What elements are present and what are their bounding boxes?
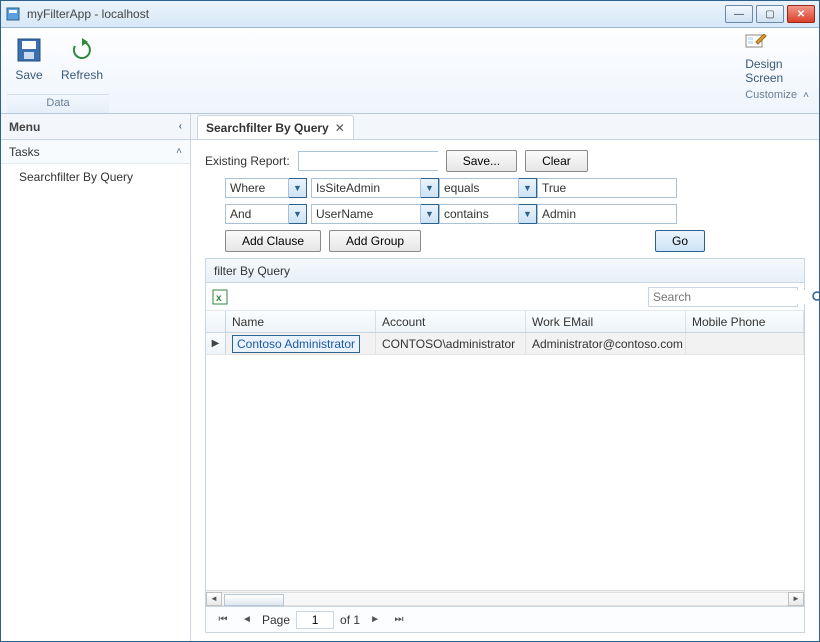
close-button[interactable]: ✕ (787, 5, 815, 23)
pager-page-label: Page (262, 613, 290, 627)
pager-current-input[interactable] (296, 611, 334, 629)
dropdown-arrow-icon[interactable]: ▼ (421, 178, 439, 198)
col-account[interactable]: Account (376, 311, 526, 332)
filter-cmp-1[interactable]: contains (439, 204, 519, 224)
sidebar-menu-header[interactable]: Menu ‹ (1, 114, 190, 140)
cell-email: Administrator@contoso.com (526, 333, 686, 354)
filter-val-1[interactable]: Admin (537, 204, 677, 224)
pager-prev-icon[interactable]: ◄ (238, 611, 256, 629)
dropdown-arrow-icon[interactable]: ▼ (421, 204, 439, 224)
tab-searchfilter[interactable]: Searchfilter By Query ✕ (197, 115, 354, 139)
col-phone[interactable]: Mobile Phone (686, 311, 804, 332)
refresh-icon (66, 34, 98, 66)
sidebar: Menu ‹ Tasks ˄ Searchfilter By Query (1, 114, 191, 641)
add-clause-button[interactable]: Add Clause (225, 230, 321, 252)
ribbon-group-label-customize: Customize (745, 89, 797, 101)
dropdown-arrow-icon[interactable]: ▼ (519, 178, 537, 198)
col-email[interactable]: Work EMail (526, 311, 686, 332)
filter-op-1[interactable]: And (225, 204, 289, 224)
add-group-button[interactable]: Add Group (329, 230, 421, 252)
row-header-blank (206, 311, 226, 332)
table-row[interactable]: ▶ Contoso Administrator CONTOSO\administ… (206, 333, 804, 355)
go-button[interactable]: Go (655, 230, 705, 252)
design-screen-icon (745, 34, 767, 55)
filter-field-1[interactable]: UserName (311, 204, 421, 224)
save-icon (13, 34, 45, 66)
window-buttons: — ▢ ✕ (725, 5, 815, 23)
app-icon (5, 6, 21, 22)
horizontal-scrollbar[interactable]: ◄ ► (206, 590, 804, 606)
main: Searchfilter By Query ✕ Existing Report:… (191, 114, 819, 641)
scroll-track[interactable] (222, 592, 788, 606)
col-name[interactable]: Name (226, 311, 376, 332)
filter-field-0[interactable]: IsSiteAdmin (311, 178, 421, 198)
grid-toolbar: x (206, 283, 804, 311)
dropdown-arrow-icon[interactable]: ▼ (289, 204, 307, 224)
pager-of-label: of 1 (340, 613, 360, 627)
cell-account: CONTOSO\administrator (376, 333, 526, 354)
minimize-button[interactable]: — (725, 5, 753, 23)
existing-report-row: Existing Report: ▼ Save... Clear (205, 150, 805, 172)
ribbon-group-data: Save Refresh Data (1, 28, 115, 113)
refresh-button[interactable]: Refresh (55, 32, 109, 94)
filter-op-0[interactable]: Where (225, 178, 289, 198)
filter-cmp-0[interactable]: equals (439, 178, 519, 198)
pager: ⏮ ◄ Page of 1 ► ⏭ (206, 606, 804, 632)
clear-report-button[interactable]: Clear (525, 150, 588, 172)
existing-report-label: Existing Report: (205, 154, 290, 168)
body: Menu ‹ Tasks ˄ Searchfilter By Query Sea… (1, 114, 819, 641)
filter-buttons-row: Add Clause Add Group Go (225, 230, 805, 252)
filter-row-1: And ▼ UserName ▼ contains ▼ Admin (225, 204, 805, 224)
dropdown-arrow-icon[interactable]: ▼ (289, 178, 307, 198)
filter-val-0[interactable]: True (537, 178, 677, 198)
design-label[interactable]: Design (745, 57, 809, 71)
scroll-left-icon[interactable]: ◄ (206, 592, 222, 606)
search-icon[interactable] (812, 291, 820, 303)
pager-first-icon[interactable]: ⏮ (214, 611, 232, 629)
filter-row-0: Where ▼ IsSiteAdmin ▼ equals ▼ True (225, 178, 805, 198)
dropdown-arrow-icon[interactable]: ▼ (519, 204, 537, 224)
save-button[interactable]: Save (7, 32, 51, 94)
existing-report-input[interactable] (299, 152, 462, 170)
tabbar: Searchfilter By Query ✕ (191, 114, 819, 140)
ribbon-group-label-data: Data (7, 94, 109, 113)
sidebar-item-searchfilter[interactable]: Searchfilter By Query (1, 164, 190, 190)
grid-panel: filter By Query x (205, 258, 805, 633)
sidebar-tasks-header[interactable]: Tasks ˄ (1, 140, 190, 164)
chevron-up-icon[interactable]: ˄ (176, 146, 182, 157)
content: Existing Report: ▼ Save... Clear Where ▼… (191, 140, 819, 641)
cell-name[interactable]: Contoso Administrator (232, 335, 360, 353)
window-title: myFilterApp - localhost (27, 7, 725, 21)
row-indicator-icon: ▶ (206, 333, 226, 354)
tab-close-icon[interactable]: ✕ (335, 121, 345, 135)
ribbon-group-customize: Design Screen Customize ˄ (739, 28, 819, 113)
scroll-thumb[interactable] (224, 594, 284, 606)
pager-next-icon[interactable]: ► (366, 611, 384, 629)
existing-report-dropdown[interactable]: ▼ (298, 151, 438, 171)
grid-header: Name Account Work EMail Mobile Phone (206, 311, 804, 333)
save-report-button[interactable]: Save... (446, 150, 517, 172)
grid-search[interactable] (648, 287, 798, 307)
svg-text:x: x (216, 293, 222, 304)
grid-search-input[interactable] (649, 290, 812, 304)
screen-label[interactable]: Screen (745, 71, 809, 85)
titlebar: myFilterApp - localhost — ▢ ✕ (1, 1, 819, 28)
app-window: myFilterApp - localhost — ▢ ✕ Save (0, 0, 820, 642)
scroll-right-icon[interactable]: ► (788, 592, 804, 606)
maximize-button[interactable]: ▢ (756, 5, 784, 23)
chevron-up-icon[interactable]: ˄ (803, 90, 809, 101)
pager-last-icon[interactable]: ⏭ (390, 611, 408, 629)
grid-body: ▶ Contoso Administrator CONTOSO\administ… (206, 333, 804, 590)
chevron-left-icon[interactable]: ‹ (179, 121, 182, 132)
ribbon: Save Refresh Data Design Screen Customiz… (1, 28, 819, 114)
excel-export-icon[interactable]: x (212, 289, 228, 305)
grid-title: filter By Query (206, 259, 804, 283)
cell-phone (686, 333, 804, 354)
